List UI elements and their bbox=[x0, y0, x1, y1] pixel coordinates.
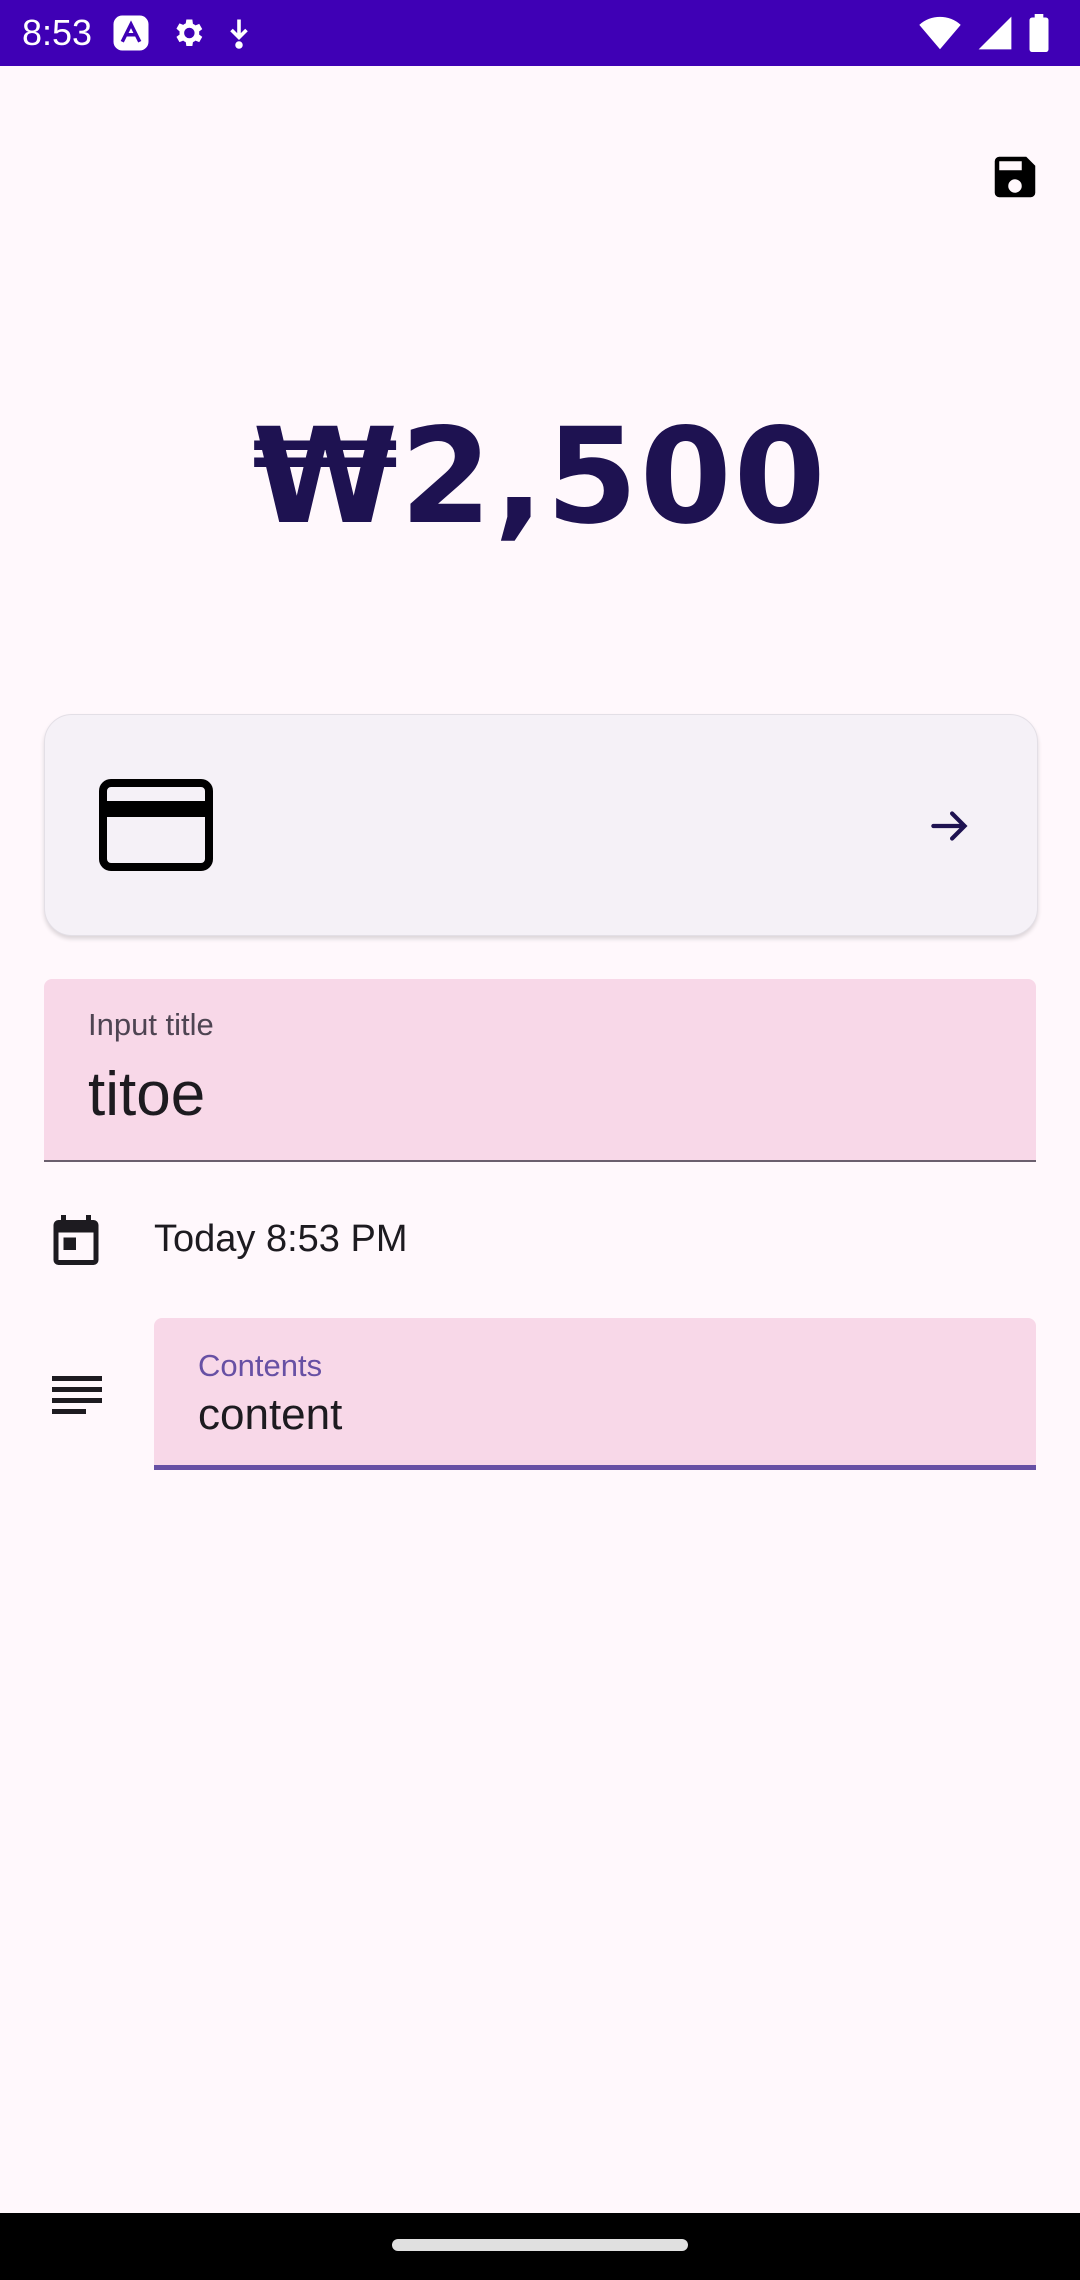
settings-icon bbox=[170, 15, 206, 51]
navigation-bar bbox=[0, 2213, 1080, 2280]
save-button[interactable] bbox=[976, 140, 1054, 218]
signal-icon bbox=[976, 15, 1014, 51]
status-time: 8:53 bbox=[22, 12, 93, 53]
contents-input-value[interactable]: content bbox=[198, 1390, 342, 1440]
date-text: Today 8:53 PM bbox=[154, 1218, 408, 1260]
wifi-icon bbox=[918, 15, 962, 51]
app-icon bbox=[110, 12, 152, 54]
date-picker-row[interactable]: Today 8:53 PM bbox=[0, 1200, 1080, 1280]
status-bar: 8:53 bbox=[0, 0, 1080, 66]
calendar-icon bbox=[46, 1210, 106, 1275]
home-gesture-handle[interactable] bbox=[392, 2239, 688, 2251]
save-icon bbox=[988, 150, 1042, 209]
battery-icon bbox=[1028, 14, 1050, 52]
status-right-icons bbox=[918, 12, 1050, 54]
notes-icon bbox=[50, 1374, 104, 1421]
download-icon bbox=[224, 15, 254, 51]
contents-input-label: Contents bbox=[198, 1348, 323, 1383]
title-input-label: Input title bbox=[88, 1007, 214, 1042]
payment-method-card[interactable] bbox=[44, 714, 1038, 936]
contents-input[interactable]: Contents content bbox=[154, 1318, 1036, 1470]
title-input-value[interactable]: titoe bbox=[88, 1059, 205, 1130]
credit-card-icon bbox=[99, 779, 213, 876]
status-left-icons bbox=[110, 12, 254, 54]
title-input[interactable]: Input title titoe bbox=[44, 979, 1036, 1162]
amount-display[interactable]: ₩2,500 bbox=[0, 400, 1080, 554]
arrow-right-icon[interactable] bbox=[925, 801, 975, 856]
